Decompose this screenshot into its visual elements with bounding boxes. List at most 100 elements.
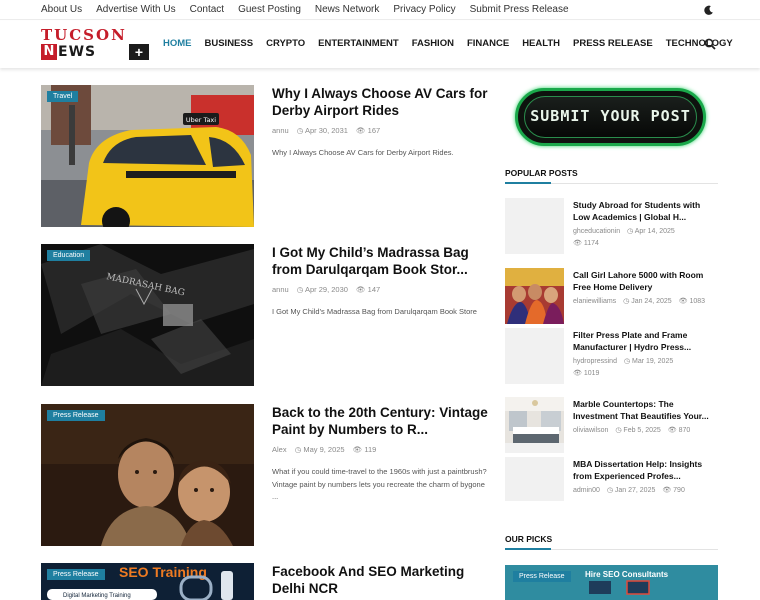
- popular-post-date: Jan 24, 2025: [631, 298, 672, 305]
- nav-business[interactable]: BUSINESS: [205, 38, 254, 49]
- nav-finance[interactable]: FINANCE: [467, 38, 509, 49]
- popular-post-views: 790: [673, 487, 685, 494]
- nav-entertainment[interactable]: ENTERTAINMENT: [318, 38, 399, 49]
- post-meta: Alex ◷ May 9, 2025 👁 119: [272, 445, 376, 454]
- post-views: 167: [367, 126, 381, 135]
- post-card[interactable]: Press Release Back to the 20th Century: …: [41, 404, 491, 546]
- popular-post-item[interactable]: MBA Dissertation Help: Insights from Exp…: [505, 457, 718, 513]
- post-card[interactable]: SEO Training Digital Marketing Training …: [41, 563, 491, 600]
- post-thumbnail-seo[interactable]: SEO Training Digital Marketing Training …: [41, 563, 254, 600]
- our-pick-card[interactable]: Press Release Hire SEO Consultants: [505, 565, 718, 600]
- popular-posts-title: POPULAR POSTS: [505, 168, 578, 178]
- popular-post-thumbnail[interactable]: [505, 457, 564, 501]
- kitchen-image: [505, 397, 564, 443]
- eye-icon: 👁: [352, 445, 363, 454]
- popular-post-title[interactable]: Marble Countertops: The Investment That …: [573, 398, 718, 422]
- category-badge[interactable]: Press Release: [47, 410, 105, 421]
- eye-icon: 👁: [678, 298, 688, 305]
- category-badge[interactable]: Travel: [47, 91, 79, 102]
- popular-post-meta: oliviawilson ◷ Feb 5, 2025 👁 870: [573, 426, 690, 434]
- popular-post-author[interactable]: elaniewilliams: [573, 298, 616, 305]
- popular-post-title[interactable]: Call Girl Lahore 5000 with Room Free Hom…: [573, 269, 718, 293]
- site-logo[interactable]: TUCSON N EWS +: [41, 28, 151, 60]
- popular-post-thumbnail[interactable]: [505, 198, 564, 254]
- post-author[interactable]: Alex: [272, 445, 287, 454]
- post-author[interactable]: annu: [272, 285, 289, 294]
- popular-post-views-row: 👁 1174: [573, 239, 599, 247]
- top-link-contact[interactable]: Contact: [190, 4, 224, 15]
- post-thumbnail-vintage[interactable]: Press Release: [41, 404, 254, 546]
- nav-health[interactable]: HEALTH: [522, 38, 560, 49]
- logo-word-rest: EWS: [58, 44, 97, 60]
- popular-post-thumbnail[interactable]: [505, 328, 564, 384]
- post-thumbnail-taxi[interactable]: Uber Taxi Travel: [41, 85, 254, 227]
- popular-post-date: Mar 19, 2025: [631, 358, 674, 365]
- post-excerpt: I Got My Child’s Madrassa Bag from Darul…: [272, 307, 477, 316]
- post-author[interactable]: annu: [272, 126, 289, 135]
- clock-icon: ◷: [615, 427, 622, 434]
- taxi-sign-text: Uber Taxi: [186, 116, 216, 124]
- post-card[interactable]: MADRASAH BAG Education I Got My Child’s …: [41, 244, 491, 386]
- popular-post-author[interactable]: hydropressind: [573, 358, 617, 365]
- popular-post-item[interactable]: Call Girl Lahore 5000 with Room Free Hom…: [505, 268, 718, 324]
- top-link-about[interactable]: About Us: [41, 4, 82, 15]
- post-excerpt: Why I Always Choose AV Cars for Derby Ai…: [272, 148, 454, 157]
- popular-post-views-row: 👁 1019: [573, 369, 599, 377]
- submit-post-label: SUBMIT YOUR POST: [524, 96, 697, 138]
- category-badge[interactable]: Press Release: [47, 569, 105, 580]
- eye-icon: 👁: [667, 427, 677, 434]
- post-date: May 9, 2025: [303, 445, 345, 454]
- popular-post-views: 870: [678, 427, 691, 434]
- nav-home[interactable]: HOME: [163, 38, 192, 49]
- popular-post-title[interactable]: MBA Dissertation Help: Insights from Exp…: [573, 458, 718, 482]
- seo-sub-text: Digital Marketing Training: [63, 593, 131, 599]
- popular-post-title[interactable]: Study Abroad for Students with Low Acade…: [573, 199, 718, 223]
- popular-post-author[interactable]: ghceducationin: [573, 228, 620, 235]
- popular-post-item[interactable]: Filter Press Plate and Frame Manufacture…: [505, 328, 718, 384]
- post-title[interactable]: Why I Always Choose AV Cars for Derby Ai…: [272, 85, 492, 119]
- nav-crypto[interactable]: CRYPTO: [266, 38, 305, 49]
- eye-icon: 👁: [573, 370, 582, 377]
- top-link-guest-posting[interactable]: Guest Posting: [238, 4, 301, 15]
- category-badge[interactable]: Education: [47, 250, 91, 261]
- post-date: Apr 29, 2030: [305, 285, 348, 294]
- eye-icon: 👁: [356, 285, 366, 294]
- post-title[interactable]: Facebook And SEO Marketing Delhi NCR: [272, 563, 492, 597]
- top-link-privacy[interactable]: Privacy Policy: [393, 4, 455, 15]
- search-icon[interactable]: [704, 38, 716, 50]
- logo-plus: +: [129, 44, 149, 60]
- submit-post-banner[interactable]: SUBMIT YOUR POST: [515, 88, 706, 146]
- top-link-advertise[interactable]: Advertise With Us: [96, 4, 175, 15]
- popular-post-thumbnail[interactable]: [505, 397, 564, 453]
- top-link-submit-press[interactable]: Submit Press Release: [470, 4, 569, 15]
- popular-post-views: 1174: [583, 240, 599, 247]
- popular-post-date: Jan 27, 2025: [614, 487, 656, 494]
- top-bar: About Us Advertise With Us Contact Guest…: [0, 0, 760, 20]
- moon-icon[interactable]: [703, 5, 714, 16]
- popular-post-meta: ghceducationin ◷ Apr 14, 2025: [573, 227, 675, 235]
- clock-icon: ◷: [296, 285, 304, 294]
- post-views: 147: [367, 285, 381, 294]
- popular-post-date: Apr 14, 2025: [634, 228, 675, 235]
- popular-post-views: 1083: [689, 298, 706, 305]
- popular-post-thumbnail[interactable]: [505, 268, 564, 324]
- nav-technology[interactable]: TECHNOLOGY: [666, 38, 733, 49]
- top-link-news-network[interactable]: News Network: [315, 4, 379, 15]
- post-thumbnail-bag[interactable]: MADRASAH BAG Education: [41, 244, 254, 386]
- eye-icon: 👁: [573, 240, 582, 247]
- popular-post-title[interactable]: Filter Press Plate and Frame Manufacture…: [573, 329, 718, 353]
- popular-post-item[interactable]: Study Abroad for Students with Low Acade…: [505, 198, 718, 254]
- post-card[interactable]: Uber Taxi Travel Why I Always Choose AV …: [41, 85, 491, 227]
- logo-letter-n: N: [41, 44, 57, 60]
- clock-icon: ◷: [296, 126, 304, 135]
- category-badge[interactable]: Press Release: [513, 571, 571, 582]
- popular-post-author[interactable]: admin00: [573, 487, 600, 494]
- popular-post-author[interactable]: oliviawilson: [573, 427, 608, 434]
- post-excerpt: What if you could time-travel to the 196…: [272, 467, 487, 501]
- post-title[interactable]: Back to the 20th Century: Vintage Paint …: [272, 404, 492, 438]
- main-nav: HOME BUSINESS CRYPTO ENTERTAINMENT FASHI…: [163, 38, 746, 49]
- popular-post-item[interactable]: Marble Countertops: The Investment That …: [505, 397, 718, 453]
- post-title[interactable]: I Got My Child’s Madrassa Bag from Darul…: [272, 244, 492, 278]
- nav-fashion[interactable]: FASHION: [412, 38, 454, 49]
- nav-press-release[interactable]: PRESS RELEASE: [573, 38, 653, 49]
